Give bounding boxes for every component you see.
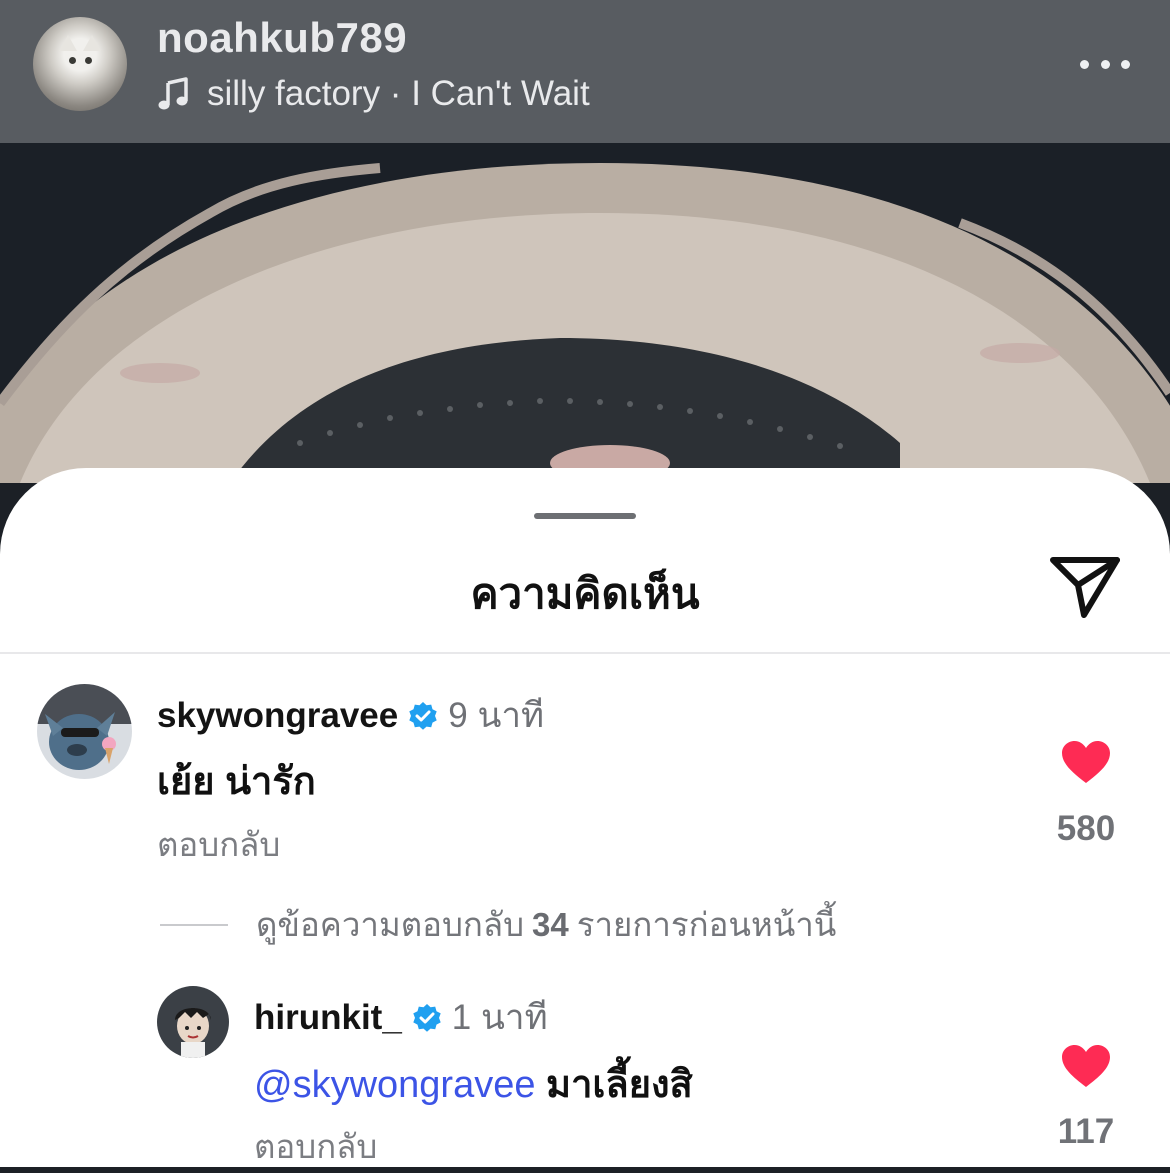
comment-text: เย้ย น่ารัก xyxy=(157,761,316,803)
video-scene xyxy=(0,143,1170,483)
comment-text: @skywongravee มาเลี้ยงสิ xyxy=(254,1053,693,1114)
view-previous-replies[interactable]: ดูข้อความตอบกลับ 34 รายการก่อนหน้านี้ xyxy=(160,898,836,951)
view-replies-prefix: ดูข้อความตอบกลับ xyxy=(256,906,525,943)
like-count: 580 xyxy=(1056,809,1116,848)
cartoon-avatar-image xyxy=(157,986,229,1058)
cat-eye-left xyxy=(69,57,76,64)
view-replies-suffix: รายการก่อนหน้านี้ xyxy=(576,906,837,943)
music-note-icon xyxy=(158,77,188,110)
sheet-title: ความคิดเห็น xyxy=(470,570,700,617)
comment-username[interactable]: hirunkit_ xyxy=(254,998,402,1038)
author-avatar[interactable] xyxy=(33,17,127,111)
comment-time: 9 นาที xyxy=(448,696,545,735)
cat-ear-right xyxy=(83,35,101,51)
reply-button[interactable]: ตอบกลับ xyxy=(254,1120,377,1173)
commenter-avatar[interactable] xyxy=(37,684,132,779)
dot xyxy=(1121,59,1130,69)
video-frame[interactable] xyxy=(0,143,1170,483)
comment-username[interactable]: skywongravee xyxy=(157,696,398,736)
comment-time: 1 นาที xyxy=(451,998,548,1037)
post-header: noahkub789 silly factory · I Can't Wait xyxy=(0,0,1170,143)
comments-sheet: ความคิดเห็น skywongravee 9 นาที เย้ย น่า… xyxy=(0,468,1170,1167)
sheet-divider xyxy=(0,652,1170,654)
heart-icon[interactable] xyxy=(1061,1044,1111,1088)
mention-link[interactable]: @skywongravee xyxy=(254,1064,535,1106)
more-dots-icon[interactable] xyxy=(1080,54,1130,74)
author-username[interactable]: noahkub789 xyxy=(157,14,407,62)
verified-badge-icon xyxy=(413,1003,441,1032)
commenter-avatar[interactable] xyxy=(157,986,229,1058)
send-icon[interactable] xyxy=(1048,552,1122,620)
cat-eye-right xyxy=(85,57,92,64)
like-count: 117 xyxy=(1057,1112,1115,1151)
stitch-avatar-image xyxy=(37,684,132,779)
heart-icon[interactable] xyxy=(1061,740,1111,784)
verified-badge-icon xyxy=(409,701,437,730)
comment-body: มาเลี้ยงสิ xyxy=(546,1064,693,1106)
cat-ear-left xyxy=(59,35,77,51)
music-title: silly factory · I Can't Wait xyxy=(207,74,590,113)
dot xyxy=(1100,59,1110,69)
sheet-drag-handle[interactable] xyxy=(534,513,636,519)
music-info[interactable]: silly factory · I Can't Wait xyxy=(157,72,590,116)
comment-author[interactable]: skywongravee 9 นาที xyxy=(157,688,544,743)
dot xyxy=(1080,59,1089,69)
comment-author[interactable]: hirunkit_ 1 นาที xyxy=(254,990,548,1045)
view-replies-count: 34 xyxy=(532,905,569,943)
reply-button[interactable]: ตอบกลับ xyxy=(157,818,280,871)
replies-indent-line xyxy=(160,923,228,926)
